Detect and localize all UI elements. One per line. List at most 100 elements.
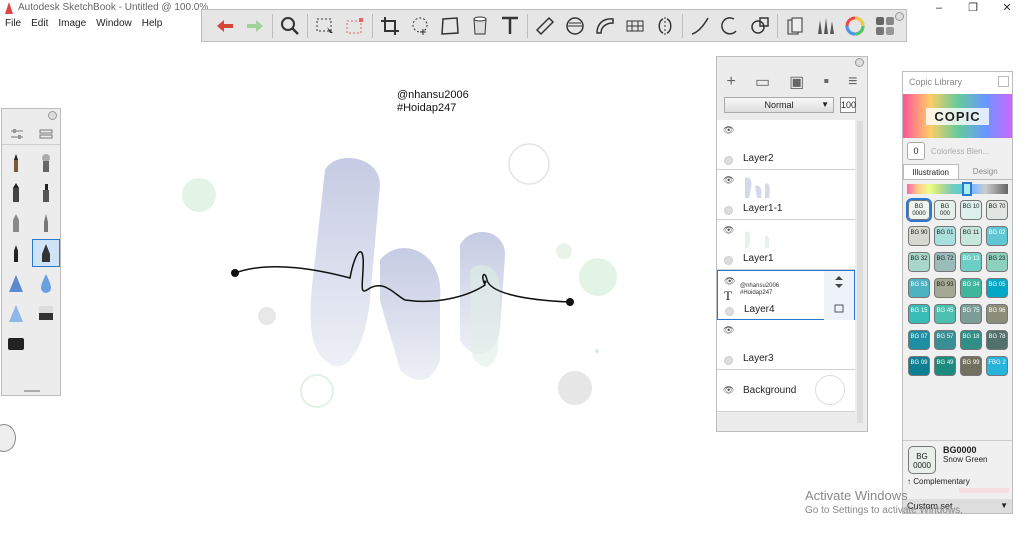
eye-icon[interactable]: 👁: [724, 276, 735, 287]
ballpoint-pen-icon[interactable]: [2, 209, 30, 237]
copic-swatch[interactable]: BG 78: [986, 330, 1008, 350]
ellipse-icon[interactable]: [715, 12, 745, 40]
copic-swatch[interactable]: BG 49: [934, 356, 956, 376]
copic-swatch[interactable]: BG 53: [908, 278, 930, 298]
paintbrush-icon[interactable]: [2, 269, 30, 297]
copic-swatch[interactable]: BG 75: [960, 304, 982, 324]
menu-help[interactable]: Help: [137, 17, 168, 31]
fine-pen-icon[interactable]: [32, 209, 60, 237]
layer-group-icon[interactable]: ▭: [755, 72, 770, 92]
copic-swatch[interactable]: BG 09: [908, 356, 930, 376]
current-color-swatch[interactable]: BG 0000: [908, 446, 936, 474]
clear-layer-icon[interactable]: ▪: [823, 73, 829, 91]
ink-pen-icon[interactable]: [2, 239, 30, 267]
copic-swatch[interactable]: BG 93: [934, 278, 956, 298]
undo-icon[interactable]: [210, 12, 240, 40]
colorless-blender-swatch[interactable]: 0: [907, 142, 925, 160]
eye-icon[interactable]: 👁: [723, 225, 734, 236]
add-layer-icon[interactable]: +: [727, 73, 736, 91]
background-color-swatch[interactable]: [815, 375, 845, 405]
copic-swatch[interactable]: BG 13: [960, 252, 982, 272]
layer-radio[interactable]: [724, 206, 733, 215]
eraser-icon[interactable]: [32, 299, 60, 327]
layer-row[interactable]: 👁 Layer1-1: [717, 170, 855, 220]
background-layer-row[interactable]: 👁 Background: [717, 370, 855, 412]
tab-illustration[interactable]: Illustration: [903, 164, 959, 179]
calligraphy-pen-icon[interactable]: [32, 239, 60, 267]
layer-row[interactable]: 👁 Layer3: [717, 320, 855, 370]
copic-swatch[interactable]: BG 02: [986, 226, 1008, 246]
copic-swatch[interactable]: BG 10: [960, 200, 982, 220]
pencil-brush-icon[interactable]: [2, 149, 30, 177]
layer-menu-icon[interactable]: ≡: [848, 73, 857, 91]
layer-radio[interactable]: [724, 256, 733, 265]
brush-library-small-icon[interactable]: [39, 128, 53, 140]
shape-icon[interactable]: [745, 12, 775, 40]
toolbar-close-icon[interactable]: [895, 12, 904, 21]
watercolor-icon[interactable]: [32, 269, 60, 297]
copic-swatch[interactable]: BG 23: [986, 252, 1008, 272]
lock-layer-icon[interactable]: [824, 296, 854, 318]
color-family-strip[interactable]: [907, 182, 1008, 196]
smudge-icon[interactable]: [2, 299, 30, 327]
brush-properties-icon[interactable]: [10, 128, 24, 140]
layer-radio[interactable]: [724, 356, 733, 365]
copic-swatch[interactable]: BG 07: [908, 330, 930, 350]
tab-design[interactable]: Design: [959, 164, 1013, 179]
minimize-button[interactable]: –: [922, 0, 956, 16]
fill-icon[interactable]: [465, 12, 495, 40]
layer-radio[interactable]: [724, 156, 733, 165]
hard-eraser-icon[interactable]: [2, 329, 30, 357]
airbrush-icon[interactable]: [32, 149, 60, 177]
marker-brush-icon[interactable]: [2, 179, 30, 207]
copic-swatch[interactable]: BG 96: [986, 304, 1008, 324]
eye-icon[interactable]: 👁: [723, 125, 734, 136]
layer-row[interactable]: 👁 Layer1: [717, 220, 855, 270]
copic-swatch[interactable]: BG 57: [934, 330, 956, 350]
complementary-link[interactable]: ↑ Complementary: [907, 477, 970, 486]
menu-image[interactable]: Image: [53, 17, 91, 31]
curve-ruler-icon[interactable]: [590, 12, 620, 40]
copic-swatch[interactable]: BG 99: [960, 356, 982, 376]
menu-window[interactable]: Window: [91, 17, 137, 31]
blend-mode-select[interactable]: Normal ▼: [724, 97, 834, 113]
distort-icon[interactable]: [435, 12, 465, 40]
brush-palette-close-icon[interactable]: [48, 111, 57, 120]
maximize-button[interactable]: ❐: [956, 0, 990, 16]
opacity-field[interactable]: 100: [840, 97, 856, 113]
select-icon[interactable]: [310, 12, 340, 40]
layer-scrollbar[interactable]: [857, 121, 863, 423]
add-image-icon[interactable]: ▣: [789, 72, 804, 92]
crop-icon[interactable]: [375, 12, 405, 40]
layer-radio[interactable]: [725, 307, 734, 316]
zoom-icon[interactable]: [275, 12, 305, 40]
lasso-icon[interactable]: [405, 12, 435, 40]
perspective-icon[interactable]: [620, 12, 650, 40]
copic-icon[interactable]: [780, 12, 810, 40]
ellipse-guide-icon[interactable]: [560, 12, 590, 40]
copic-swatch[interactable]: BG 70: [986, 200, 1008, 220]
copic-swatch[interactable]: BG 11: [960, 226, 982, 246]
brush-library-icon[interactable]: [810, 12, 840, 40]
copic-swatch[interactable]: BG 32: [908, 252, 930, 272]
copic-swatch[interactable]: FBG 2: [986, 356, 1008, 376]
copic-swatch[interactable]: BG 72: [934, 252, 956, 272]
symmetry-icon[interactable]: [650, 12, 680, 40]
layer-row[interactable]: 👁 Layer2: [717, 120, 855, 170]
brush-palette-grip[interactable]: [24, 390, 40, 392]
text-icon[interactable]: [495, 12, 525, 40]
copic-swatch[interactable]: BG 18: [960, 330, 982, 350]
colorless-blender-row[interactable]: 0 Colorless Blen...: [903, 138, 1012, 164]
ruler-icon[interactable]: [530, 12, 560, 40]
copic-swatch[interactable]: BG 15: [908, 304, 930, 324]
menu-edit[interactable]: Edit: [26, 17, 53, 31]
eye-icon[interactable]: 👁: [723, 385, 734, 396]
transform-select-icon[interactable]: [340, 12, 370, 40]
copic-swatch[interactable]: BG 0000: [906, 198, 932, 222]
copic-swatch[interactable]: BG 45: [934, 304, 956, 324]
copic-swatch[interactable]: BG 01: [934, 226, 956, 246]
lagoon-puck[interactable]: [0, 424, 16, 452]
menu-file[interactable]: File: [0, 17, 26, 31]
felt-pen-icon[interactable]: [32, 179, 60, 207]
redo-icon[interactable]: [240, 12, 270, 40]
